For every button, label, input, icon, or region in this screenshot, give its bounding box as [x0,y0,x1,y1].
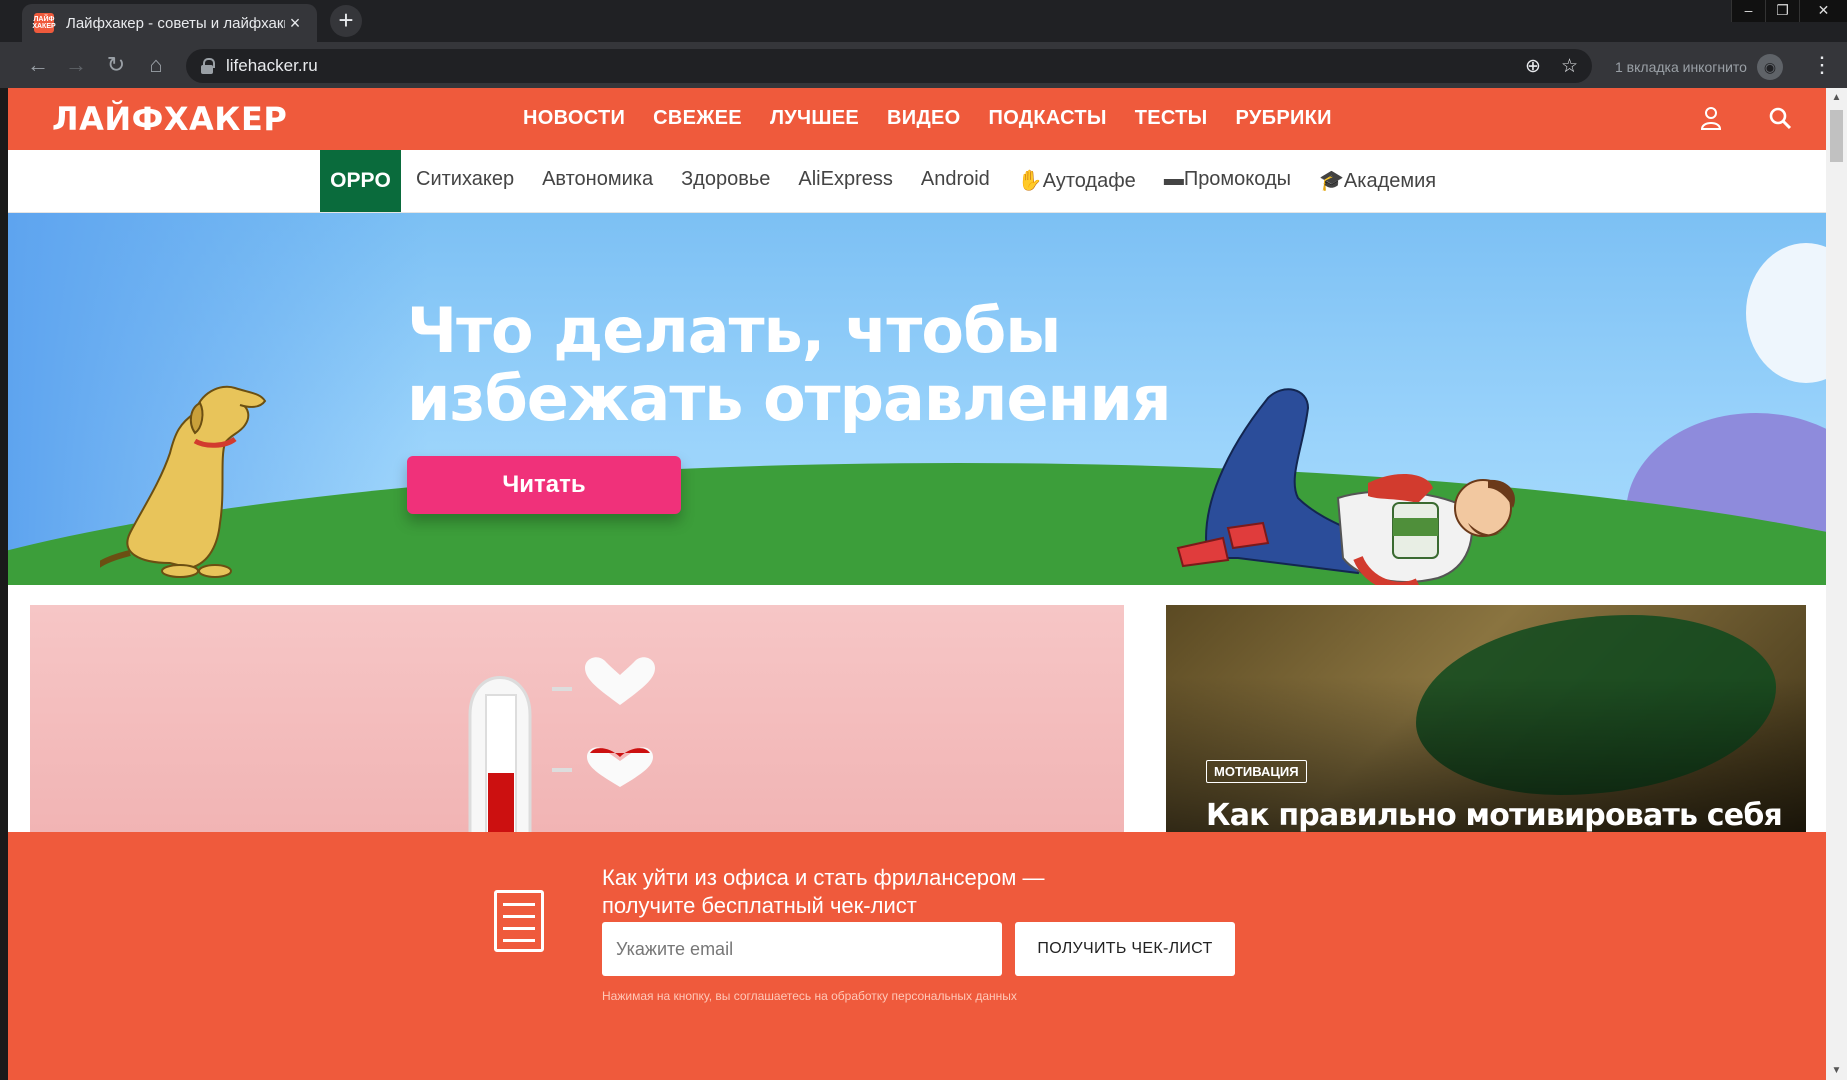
lock-icon[interactable] [200,58,215,74]
sub-nav-item[interactable]: AliExpress [798,168,892,193]
hero-title: Что делать, чтобы избежать отравления [407,294,1172,435]
favicon-icon: ЛАЙФ ХАКЕР [32,13,56,33]
sub-nav-item[interactable]: 🎓Академия [1319,168,1436,193]
sub-nav: OPPO Ситихакер Автономика Здоровье AliEx… [8,150,1826,213]
tab-title: Лайфхакер - советы и лайфхаки [66,14,285,32]
hero-title-line-2: избежать отравления [407,362,1172,435]
window-edge [0,88,8,1080]
checklist-icon [494,890,544,952]
man-illustration [1176,388,1516,585]
search-icon[interactable] [1768,106,1792,137]
nav-podcasts[interactable]: ПОДКАСТЫ [989,107,1107,130]
close-window-icon[interactable]: ✕ [1799,0,1847,22]
article-card-motivation[interactable]: МОТИВАЦИЯ Как правильно мотивировать себ… [1166,605,1806,845]
sub-nav-item[interactable]: Автономика [542,168,653,193]
sub-nav-items: Ситихакер Автономика Здоровье AliExpress… [416,168,1464,193]
banner-text: Как уйти из офиса и стать фрилансером — … [602,864,1044,920]
nav-tests[interactable]: ТЕСТЫ [1135,107,1208,130]
scroll-up-icon[interactable]: ▲ [1826,92,1847,103]
address-bar[interactable]: lifehacker.ru ⊕ ☆ [186,49,1592,83]
scrollbar[interactable]: ▲ ▼ [1826,88,1847,1080]
incognito-label: 1 вкладка инкогнито [1615,59,1747,75]
reload-icon[interactable]: ↻ [100,50,132,82]
site-logo[interactable]: ЛАЙФХАКЕР [52,100,287,138]
sub-nav-oppo[interactable]: OPPO [320,150,401,212]
banner-text-line-1: Как уйти из офиса и стать фрилансером — [602,865,1045,890]
category-tag[interactable]: МОТИВАЦИЯ [1206,760,1307,783]
dog-illustration [100,385,267,578]
sub-nav-item[interactable]: ▬Промокоды [1164,168,1291,193]
email-field[interactable] [602,922,1002,976]
new-tab-button[interactable]: + [330,5,362,37]
nav-rubrics[interactable]: РУБРИКИ [1236,107,1332,130]
forward-icon[interactable]: → [60,50,92,82]
nav-news[interactable]: НОВОСТИ [523,107,625,130]
menu-kebab-icon[interactable]: ⋮ [1811,52,1833,78]
get-checklist-button[interactable]: ПОЛУЧИТЬ ЧЕК-ЛИСТ [1015,922,1235,976]
hero-banner[interactable]: Что делать, чтобы избежать отравления Чи… [8,213,1826,585]
url-text[interactable]: lifehacker.ru [226,56,1505,76]
bookmark-star-icon[interactable]: ☆ [1561,55,1578,78]
cloud-illustration [1746,243,1826,383]
restore-icon[interactable]: ❐ [1765,0,1799,22]
hero-read-button[interactable]: Читать [407,456,681,514]
minimize-icon[interactable]: – [1731,0,1765,22]
sub-nav-item[interactable]: ✋Аутодафе [1018,168,1136,193]
user-icon[interactable] [1700,106,1722,137]
incognito-indicator[interactable]: 1 вкладка инкогнито ◉ [1615,54,1783,80]
browser-tab[interactable]: ЛАЙФ ХАКЕР Лайфхакер - советы и лайфхаки… [22,4,317,42]
incognito-icon[interactable]: ◉ [1756,54,1783,80]
consent-note: Нажимая на кнопку, вы соглашаетесь на об… [602,989,1017,1003]
checklist-banner: Как уйти из офиса и стать фрилансером — … [8,832,1826,1080]
zoom-icon[interactable]: ⊕ [1525,55,1541,78]
scroll-down-icon[interactable]: ▼ [1826,1065,1847,1076]
site-header: ЛАЙФХАКЕР НОВОСТИ СВЕЖЕЕ ЛУЧШЕЕ ВИДЕО ПО… [8,88,1826,150]
nav-best[interactable]: ЛУЧШЕЕ [770,107,859,130]
back-icon[interactable]: ← [22,50,54,82]
hero-title-line-1: Что делать, чтобы [407,294,1061,367]
sub-nav-item[interactable]: Android [921,168,990,193]
close-tab-icon[interactable]: × [285,13,305,34]
page-viewport: ЛАЙФХАКЕР НОВОСТИ СВЕЖЕЕ ЛУЧШЕЕ ВИДЕО ПО… [8,88,1826,1080]
nav-fresh[interactable]: СВЕЖЕЕ [653,107,742,130]
home-icon[interactable]: ⌂ [140,50,172,82]
sub-nav-item[interactable]: Здоровье [681,168,770,193]
nav-video[interactable]: ВИДЕО [887,107,960,130]
browser-toolbar: ← → ↻ ⌂ lifehacker.ru ⊕ ☆ 1 вкладка инко… [0,42,1847,88]
banner-text-line-2: получите бесплатный чек-лист [602,893,917,918]
browser-tabbar: ЛАЙФ ХАКЕР Лайфхакер - советы и лайфхаки… [0,0,1847,42]
main-nav: НОВОСТИ СВЕЖЕЕ ЛУЧШЕЕ ВИДЕО ПОДКАСТЫ ТЕС… [523,107,1360,130]
window-controls: – ❐ ✕ [1731,0,1847,22]
sub-nav-item[interactable]: Ситихакер [416,168,514,193]
thermometer-illustration [468,657,655,845]
scrollbar-thumb[interactable] [1830,110,1843,162]
article-card-image[interactable] [30,605,1124,845]
